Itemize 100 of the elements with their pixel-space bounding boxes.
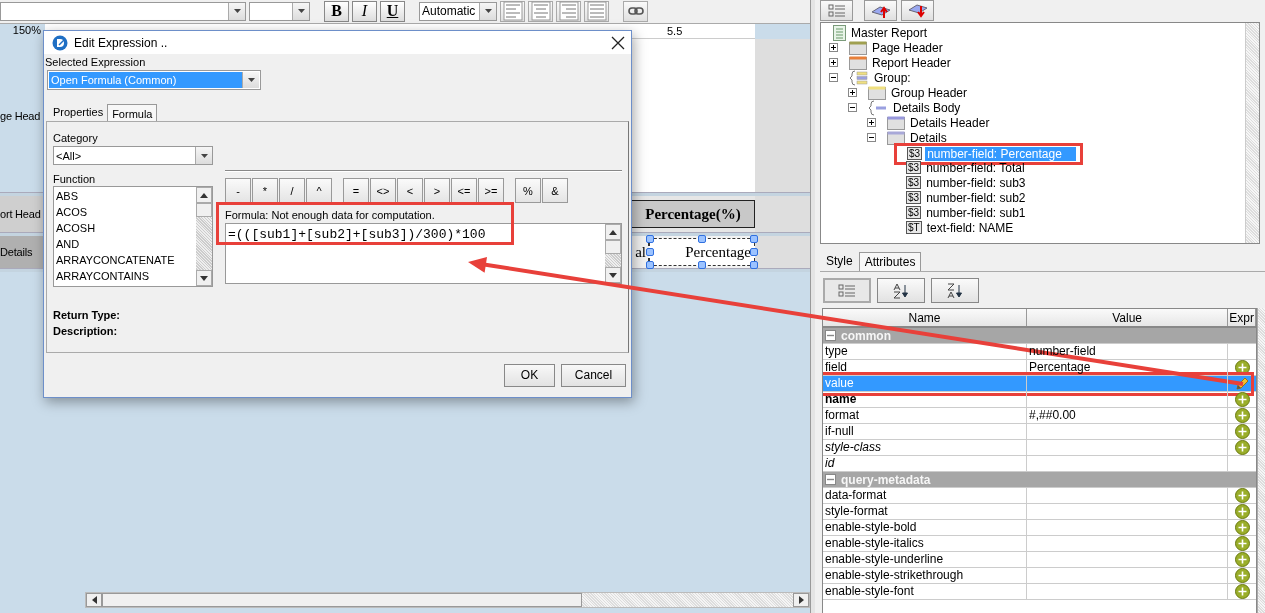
tree-item[interactable]: Details <box>908 130 949 145</box>
pencil-icon[interactable] <box>1235 376 1250 391</box>
category-view-icon[interactable] <box>823 278 871 303</box>
operator-button[interactable]: % <box>515 178 541 203</box>
dialog-button[interactable]: Cancel <box>561 363 626 387</box>
operator-button[interactable]: / <box>279 178 305 203</box>
caret-icon[interactable] <box>479 2 496 20</box>
tree-item[interactable]: number-field: sub1 <box>924 205 1028 220</box>
tree-item[interactable]: Group: <box>872 70 913 85</box>
operator-button[interactable]: = <box>343 178 369 203</box>
caret-icon[interactable] <box>292 2 309 20</box>
expand-icon[interactable] <box>829 43 838 52</box>
column-header[interactable]: Value <box>1027 309 1229 326</box>
vertical-scrollbar[interactable] <box>1245 23 1259 243</box>
collapse-icon[interactable] <box>829 73 838 82</box>
format-button[interactable]: B <box>324 0 349 22</box>
table-row[interactable]: enable-style-underline <box>823 552 1257 568</box>
add-expression-icon[interactable] <box>1234 440 1250 455</box>
table-row[interactable]: name <box>823 392 1257 408</box>
add-expression-icon[interactable] <box>1234 424 1250 439</box>
color-dropdown[interactable]: Automatic <box>419 1 497 21</box>
expand-icon[interactable] <box>848 88 857 97</box>
vertical-scrollbar[interactable] <box>605 224 621 283</box>
tree-item[interactable]: text-field: NAME <box>924 220 1016 235</box>
table-row[interactable]: enable-style-strikethrough <box>823 568 1257 584</box>
expand-icon[interactable] <box>829 58 838 67</box>
table-row[interactable]: format #,##0.00 <box>823 408 1257 424</box>
add-expression-icon[interactable] <box>1234 520 1250 535</box>
move-up-icon[interactable] <box>864 0 897 21</box>
tab[interactable]: Style <box>820 251 859 271</box>
list-view-icon[interactable] <box>820 0 853 21</box>
add-expression-icon[interactable] <box>1234 552 1250 567</box>
table-row[interactable]: if-null <box>823 424 1257 440</box>
link-icon[interactable] <box>623 0 648 22</box>
function-item[interactable]: AND <box>56 236 194 252</box>
tab[interactable]: Attributes <box>858 252 922 271</box>
collapse-icon[interactable] <box>867 133 876 142</box>
operator-button[interactable]: > <box>424 178 450 203</box>
table-row[interactable]: enable-style-font <box>823 584 1257 600</box>
scroll-thumb[interactable] <box>605 240 621 254</box>
add-expression-icon[interactable] <box>1234 536 1250 551</box>
table-row[interactable]: data-format <box>823 488 1257 504</box>
sort-descending-icon[interactable] <box>931 278 979 303</box>
format-button[interactable]: I <box>352 0 377 22</box>
tree-item[interactable]: Group Header <box>889 85 970 100</box>
add-expression-icon[interactable] <box>1234 568 1250 583</box>
tree-item[interactable]: Details Header <box>908 115 992 130</box>
tree-item[interactable]: Master Report <box>849 25 930 40</box>
table-row[interactable]: enable-style-bold <box>823 520 1257 536</box>
scroll-thumb[interactable] <box>196 203 212 217</box>
tree-item[interactable]: Page Header <box>870 40 945 55</box>
add-expression-icon[interactable] <box>1234 392 1250 407</box>
function-item[interactable]: ARRAYCONCATENATE <box>56 252 194 268</box>
scroll-down-icon[interactable] <box>200 275 208 281</box>
add-expression-icon[interactable] <box>1234 408 1250 423</box>
caret-icon[interactable] <box>228 2 245 20</box>
tab[interactable]: Formula <box>107 104 158 121</box>
function-item[interactable]: ACOSH <box>56 220 194 236</box>
move-down-icon[interactable] <box>901 0 934 21</box>
operator-button[interactable]: < <box>397 178 423 203</box>
operator-button[interactable]: ^ <box>306 178 332 203</box>
column-header[interactable]: Name <box>823 309 1028 326</box>
align-justify-icon[interactable] <box>584 0 609 22</box>
scroll-right-icon[interactable] <box>798 596 804 604</box>
operator-button[interactable]: & <box>542 178 568 203</box>
expand-icon[interactable] <box>867 118 876 127</box>
operator-button[interactable]: * <box>252 178 278 203</box>
operator-button[interactable]: >= <box>478 178 504 203</box>
field-cell[interactable]: Percentage <box>649 238 755 266</box>
close-icon[interactable] <box>611 35 625 50</box>
add-expression-icon[interactable] <box>1234 360 1250 375</box>
tree-item[interactable]: Details Body <box>891 100 963 115</box>
resize-handle[interactable] <box>698 235 706 243</box>
operator-button[interactable]: - <box>225 178 251 203</box>
vertical-scrollbar[interactable] <box>1257 308 1265 613</box>
caret-icon[interactable] <box>242 72 259 88</box>
table-row[interactable]: style-class <box>823 440 1257 456</box>
format-button[interactable]: U <box>380 0 405 22</box>
table-row[interactable]: type number-field <box>823 344 1257 360</box>
add-expression-icon[interactable] <box>1234 504 1250 519</box>
table-row[interactable]: style-format <box>823 504 1257 520</box>
function-list[interactable]: ABS ACOS ACOSH AND ARRAYCONCATENATE ARRAYCONTAINS <box>53 186 213 287</box>
sort-ascending-icon[interactable] <box>877 278 925 303</box>
dialog-button[interactable]: OK <box>504 363 555 387</box>
column-header-cell[interactable]: Percentage(%) <box>631 200 755 228</box>
add-expression-icon[interactable] <box>1234 584 1250 599</box>
collapse-icon[interactable] <box>848 103 857 112</box>
category-dropdown[interactable]: <All> <box>53 146 213 165</box>
align-right-icon[interactable] <box>556 0 581 22</box>
tree-item[interactable]: number-field: sub2 <box>924 190 1028 205</box>
tree-item[interactable]: number-field: sub3 <box>924 175 1028 190</box>
align-center-icon[interactable] <box>528 0 553 22</box>
caret-icon[interactable] <box>195 147 212 164</box>
tab[interactable]: Properties <box>49 103 108 121</box>
function-item[interactable]: ACOS <box>56 204 194 220</box>
tree-item[interactable]: Report Header <box>870 55 953 70</box>
horizontal-scrollbar[interactable] <box>85 592 810 608</box>
table-row[interactable]: enable-style-italics <box>823 536 1257 552</box>
function-item[interactable]: ABS <box>56 188 194 204</box>
operator-button[interactable]: <> <box>370 178 396 203</box>
